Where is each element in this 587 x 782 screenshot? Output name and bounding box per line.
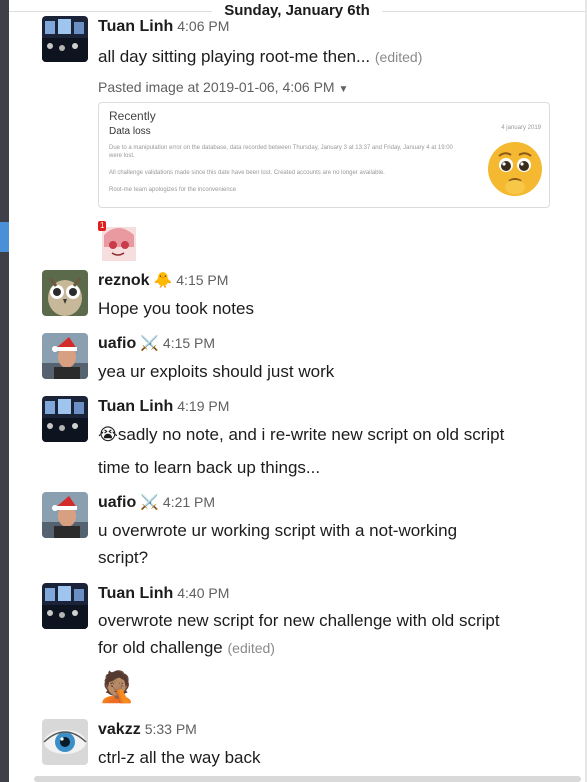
message-text: u overwrote ur working script with a not…: [98, 521, 458, 540]
author-name[interactable]: Tuan Linh: [98, 398, 173, 415]
timestamp[interactable]: 4:06 PM: [177, 18, 229, 34]
anime-girl-sticker[interactable]: 1: [98, 221, 138, 261]
caret-down-icon[interactable]: ▼: [338, 84, 348, 95]
avatar-vakzz[interactable]: [42, 719, 88, 765]
crossed-swords-icon: ⚔️: [140, 494, 159, 511]
crossed-swords-icon: ⚔️: [140, 335, 159, 352]
notification-badge: 1: [98, 221, 107, 231]
timestamp[interactable]: 4:15 PM: [163, 335, 215, 351]
message[interactable]: Tuan Linh 4:40 PM overwrote new script fo…: [42, 583, 581, 713]
preview-subheading: Data loss: [109, 126, 151, 137]
message-text: time to learn back up things...: [98, 458, 321, 477]
message-text: sadly no note, and i re-write new script…: [117, 425, 505, 444]
author-name[interactable]: reznok: [98, 272, 150, 289]
message-text: script?: [98, 548, 149, 567]
preview-line: Due to a manipulation error on the datab…: [109, 145, 453, 151]
author-name[interactable]: uafio: [98, 335, 136, 352]
author-name[interactable]: uafio: [98, 494, 136, 511]
message-text: ctrl-z all the way back: [98, 748, 261, 767]
message[interactable]: vakzz 5:33 PM ctrl-z all the way back: [42, 719, 581, 775]
avatar-tuan-linh[interactable]: [42, 396, 88, 442]
message[interactable]: reznok 🐥 4:15 PM Hope you took notes: [42, 270, 581, 326]
timestamp[interactable]: 4:40 PM: [177, 585, 229, 601]
sidebar-selection-indicator: [0, 222, 9, 252]
message-text: yea ur exploits should just work: [98, 362, 335, 381]
facepalm-emoji[interactable]: 🤦🏽: [98, 671, 135, 705]
avatar-uafio[interactable]: [42, 333, 88, 379]
message[interactable]: Tuan Linh 4:19 PM 😭sadly no note, and i r…: [42, 396, 581, 486]
message[interactable]: uafio ⚔️ 4:21 PM u overwrote ur working sc…: [42, 492, 581, 572]
edited-label: (edited): [374, 49, 423, 65]
timestamp[interactable]: 4:15 PM: [176, 272, 228, 288]
avatar-tuan-linh[interactable]: [42, 16, 88, 62]
timestamp[interactable]: 5:33 PM: [145, 721, 197, 737]
author-name[interactable]: Tuan Linh: [98, 18, 173, 35]
horizontal-scrollbar[interactable]: [34, 776, 581, 782]
preview-date: 4 january 2019: [501, 125, 541, 131]
avatar-tuan-linh[interactable]: [42, 583, 88, 629]
avatar-reznok[interactable]: [42, 270, 88, 316]
avatar-uafio[interactable]: [42, 492, 88, 538]
preview-line: Root-me team apologizes for the inconven…: [109, 187, 237, 193]
message[interactable]: uafio ⚔️ 4:15 PM yea ur exploits should ju…: [42, 333, 581, 389]
timestamp[interactable]: 4:19 PM: [177, 398, 229, 414]
message-text: all day sitting playing root-me then...: [98, 47, 371, 66]
crying-face-emoji-icon: 😭: [98, 425, 118, 444]
edited-label: (edited): [227, 640, 275, 656]
preview-line: All challenge validations made since thi…: [109, 170, 385, 176]
image-attachment[interactable]: Recently Data loss 4 january 2019 Due to…: [98, 102, 550, 208]
pleading-face-emoji: [488, 142, 542, 196]
preview-line: were lost.: [109, 153, 135, 159]
message-text: overwrote new script for new challenge w…: [98, 611, 500, 630]
author-name[interactable]: vakzz: [98, 721, 141, 738]
author-name[interactable]: Tuan Linh: [98, 585, 173, 602]
attachment-label[interactable]: Pasted image at 2019-01-06, 4:06 PM ▼: [98, 79, 348, 95]
timestamp[interactable]: 4:21 PM: [163, 494, 215, 510]
message-text: Hope you took notes: [98, 299, 254, 318]
workspace-sidebar-edge: [0, 0, 9, 782]
message-text: for old challenge: [98, 638, 223, 657]
preview-heading: Recently: [109, 109, 156, 123]
chick-emoji-icon: 🐥: [153, 272, 173, 289]
message[interactable]: Tuan Linh 4:06 PM all day sitting playing…: [42, 16, 581, 266]
